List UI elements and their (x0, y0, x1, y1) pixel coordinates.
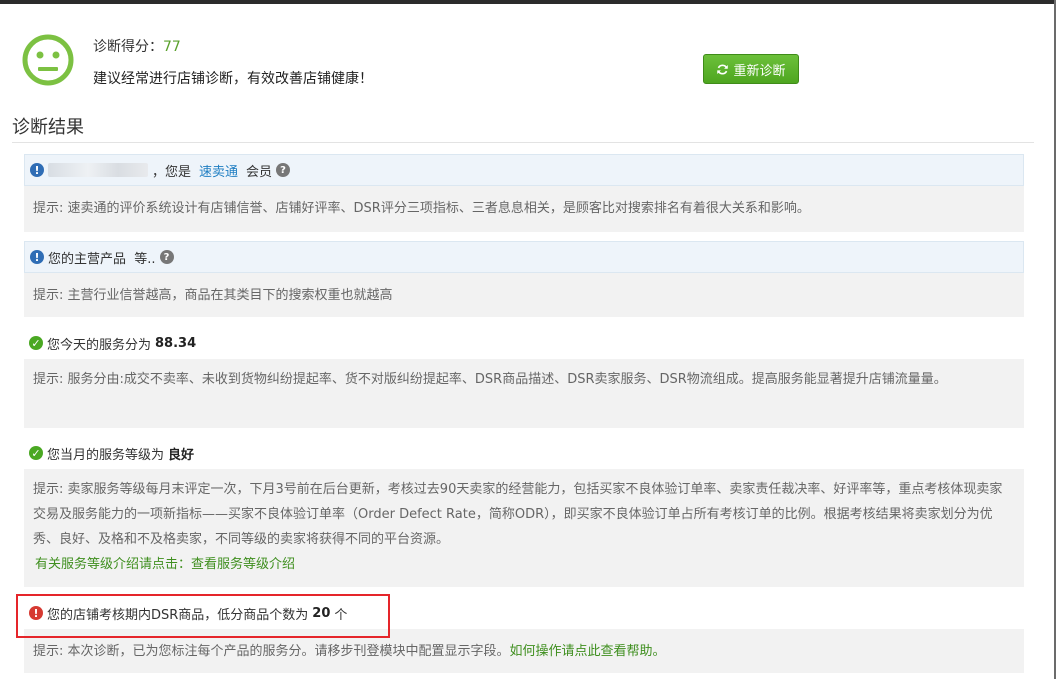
result-item-service-score: ✓ 您今天的服务分为 88.34 提示: 服务分由:成交不卖率、未收到货物纠纷提… (24, 327, 1024, 428)
result-head: ✓ 您今天的服务分为 88.34 (24, 327, 1024, 359)
tip-text: 本次诊断，已为您标注每个产品的服务分。请移步刊登模块中配置显示字段。 (67, 644, 510, 659)
neutral-face-icon (22, 34, 74, 86)
head-mid-text: ，您是 (152, 164, 192, 180)
head-text: 您当月的服务等级为 (47, 447, 165, 463)
rediagnose-button[interactable]: 重新诊断 (703, 54, 799, 84)
info-icon: ! (30, 250, 44, 264)
tip-label: 提示: (33, 372, 64, 387)
check-icon: ✓ (29, 446, 43, 460)
head-text: 您今天的服务分为 (47, 337, 152, 353)
tip-text: 服务分由:成交不卖率、未收到货物纠纷提起率、货不对版纠纷提起率、DSR商品描述、… (67, 372, 947, 387)
result-item-service-level: ✓ 您当月的服务等级为 良好 提示: 卖家服务等级每月末评定一次，下月3号前在后… (24, 437, 1024, 587)
section-divider (12, 142, 1034, 143)
advice-text: 建议经常进行店铺诊断，有效改善店铺健康！ (93, 71, 373, 87)
tip-text: 卖家服务等级每月末评定一次，下月3号前在后台更新，考核过去90天卖家的经营能力，… (33, 482, 1003, 547)
service-level-info-link[interactable]: 有关服务等级介绍请点击：查看服务等级介绍 (33, 552, 1014, 577)
result-item-main-product: ! 您的主营产品 等.. ? 提示: 主营行业信誉越高，商品在其类目下的搜索权重… (24, 241, 1024, 317)
help-icon[interactable]: ? (159, 250, 174, 264)
result-item-membership: ! ，您是 速卖通 会员 ? 提示: 速卖通的评价系统设计有店铺信誉、店铺好评率… (24, 154, 1024, 232)
tip-label: 提示: (33, 482, 64, 497)
tip-text: 速卖通的评价系统设计有店铺信誉、店铺好评率、DSR评分三项指标、三者息息相关，是… (67, 201, 810, 216)
result-head: ! 您的主营产品 等.. ? (24, 241, 1024, 273)
service-score-value: 88.34 (155, 335, 197, 351)
refresh-icon (717, 63, 729, 75)
section-title: 诊断结果 (12, 117, 84, 138)
highlight-box (16, 594, 390, 638)
service-level-value: 良好 (168, 447, 195, 463)
score-value: 77 (163, 39, 181, 55)
result-tip: 提示: 主营行业信誉越高，商品在其类目下的搜索权重也就越高 (24, 273, 1024, 317)
top-border (0, 0, 1056, 4)
diagnosis-header: 诊断得分：77 建议经常进行店铺诊断，有效改善店铺健康！ (22, 32, 822, 92)
check-icon: ✓ (29, 336, 43, 350)
help-link[interactable]: 如何操作请点此查看帮助。 (510, 644, 666, 659)
result-head: ✓ 您当月的服务等级为 良好 (24, 437, 1024, 469)
tip-text: 主营行业信誉越高，商品在其类目下的搜索权重也就越高 (67, 288, 393, 303)
score-line: 诊断得分：77 (93, 36, 181, 56)
tip-label: 提示: (33, 644, 64, 659)
score-label: 诊断得分： (93, 39, 163, 55)
head-tail-text: 会员 (246, 164, 273, 180)
result-head: ! ，您是 速卖通 会员 ? (24, 154, 1024, 186)
result-tip: 提示: 服务分由:成交不卖率、未收到货物纠纷提起率、货不对版纠纷提起率、DSR商… (24, 359, 1024, 428)
rediagnose-label: 重新诊断 (733, 63, 786, 79)
tip-label: 提示: (33, 201, 64, 216)
help-icon[interactable]: ? (276, 163, 291, 177)
aliexpress-link[interactable]: 速卖通 (199, 161, 238, 180)
tip-label: 提示: (33, 288, 64, 303)
result-tip: 提示: 速卖通的评价系统设计有店铺信誉、店铺好评率、DSR评分三项指标、三者息息… (24, 186, 1024, 232)
blurred-store-name (48, 163, 148, 177)
result-tip: 提示: 卖家服务等级每月末评定一次，下月3号前在后台更新，考核过去90天卖家的经… (24, 469, 1024, 587)
head-text: 您的主营产品 等.. (48, 251, 156, 267)
info-icon: ! (30, 163, 44, 177)
